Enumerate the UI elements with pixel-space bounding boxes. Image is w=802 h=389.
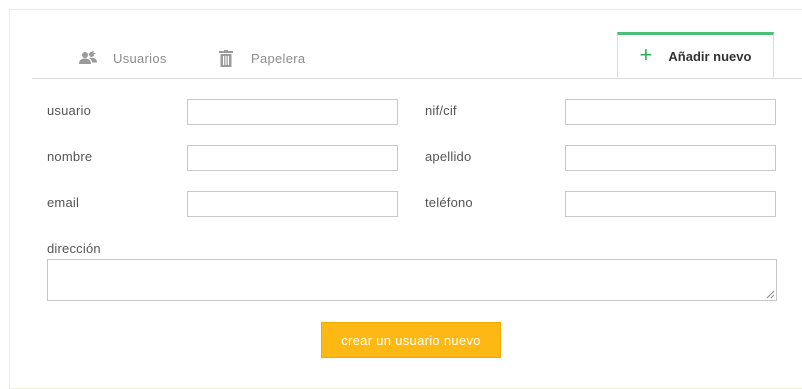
apellido-label: apellido xyxy=(425,149,472,164)
direccion-textarea[interactable] xyxy=(47,259,777,301)
resize-grip-icon[interactable] xyxy=(765,289,775,299)
email-label: email xyxy=(47,195,80,210)
nif-input[interactable] xyxy=(565,99,776,125)
create-user-button[interactable]: crear un usuario nuevo xyxy=(321,322,501,358)
usuario-label: usuario xyxy=(47,103,92,118)
users-icon xyxy=(79,49,97,67)
tab-add-new[interactable]: + Añadir nuevo xyxy=(617,32,774,78)
apellido-input[interactable] xyxy=(565,145,776,171)
tab-trash-label: Papelera xyxy=(251,50,306,66)
tab-add-new-label: Añadir nuevo xyxy=(668,48,752,64)
nif-label: nif/cif xyxy=(425,103,457,118)
direccion-label: dirección xyxy=(47,241,101,256)
tab-users-label: Usuarios xyxy=(113,50,167,66)
tab-users[interactable]: Usuarios xyxy=(79,46,167,70)
telefono-label: teléfono xyxy=(425,195,473,210)
telefono-input[interactable] xyxy=(565,191,776,217)
nombre-input[interactable] xyxy=(187,145,398,171)
tab-trash[interactable]: Papelera xyxy=(217,46,305,70)
usuario-input[interactable] xyxy=(187,99,398,125)
plus-icon: + xyxy=(639,42,653,67)
trash-icon xyxy=(217,49,235,67)
nombre-label: nombre xyxy=(47,149,93,164)
tab-bar: Usuarios Papelera + Añadir nuevo xyxy=(32,32,802,79)
email-input[interactable] xyxy=(187,191,398,217)
